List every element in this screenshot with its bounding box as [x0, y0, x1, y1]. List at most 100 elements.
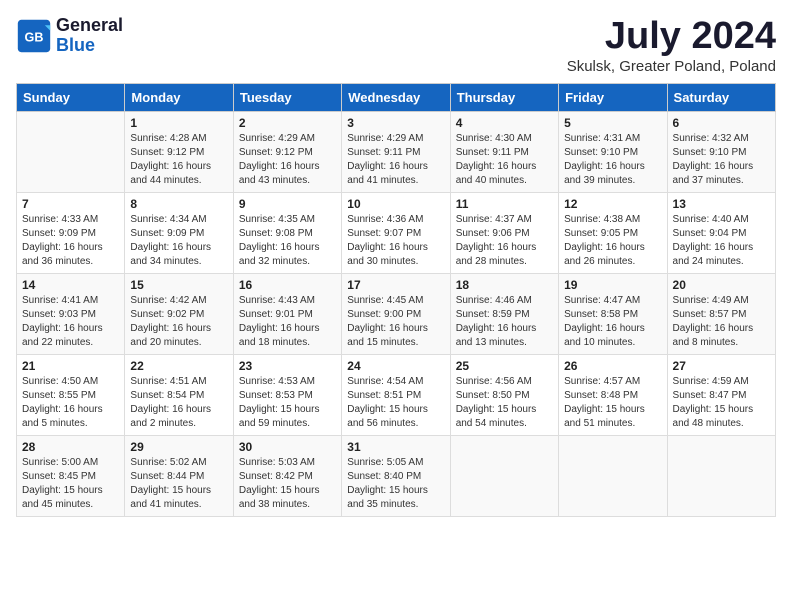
day-detail: Sunrise: 4:56 AM Sunset: 8:50 PM Dayligh… — [456, 375, 553, 431]
day-number: 22 — [130, 359, 227, 373]
day-number: 3 — [347, 116, 444, 130]
day-detail: Sunrise: 4:30 AM Sunset: 9:11 PM Dayligh… — [456, 132, 553, 188]
day-number: 13 — [673, 197, 770, 211]
day-number: 25 — [456, 359, 553, 373]
day-detail: Sunrise: 4:59 AM Sunset: 8:47 PM Dayligh… — [673, 375, 770, 431]
day-number: 8 — [130, 197, 227, 211]
day-number: 15 — [130, 278, 227, 292]
calendar-cell: 4 Sunrise: 4:30 AM Sunset: 9:11 PM Daylig… — [450, 111, 558, 192]
day-detail: Sunrise: 4:29 AM Sunset: 9:11 PM Dayligh… — [347, 132, 444, 188]
day-detail: Sunrise: 4:38 AM Sunset: 9:05 PM Dayligh… — [564, 213, 661, 269]
calendar-cell: 1Sunrise: 4:28 AM Sunset: 9:12 PM Daylig… — [125, 111, 233, 192]
calendar-cell: 23 Sunrise: 4:53 AM Sunset: 8:53 PM Dayli… — [233, 354, 341, 435]
calendar-cell — [559, 435, 667, 516]
calendar-week-1: 1Sunrise: 4:28 AM Sunset: 9:12 PM Daylig… — [17, 111, 776, 192]
calendar-week-5: 28Sunrise: 5:00 AM Sunset: 8:45 PM Dayli… — [17, 435, 776, 516]
calendar-cell: 12 Sunrise: 4:38 AM Sunset: 9:05 PM Dayli… — [559, 192, 667, 273]
calendar-cell: 11 Sunrise: 4:37 AM Sunset: 9:06 PM Dayli… — [450, 192, 558, 273]
day-number: 12 — [564, 197, 661, 211]
calendar-cell: 31Sunrise: 5:05 AM Sunset: 8:40 PM Dayli… — [342, 435, 450, 516]
logo-name: General Blue — [56, 16, 123, 56]
day-number: 10 — [347, 197, 444, 211]
calendar-cell: 20 Sunrise: 4:49 AM Sunset: 8:57 PM Dayli… — [667, 273, 775, 354]
calendar-cell — [667, 435, 775, 516]
day-detail: Sunrise: 5:03 AM Sunset: 8:42 PM Dayligh… — [239, 456, 336, 512]
day-detail: Sunrise: 4:33 AM Sunset: 9:09 PM Dayligh… — [22, 213, 119, 269]
calendar-cell: 22 Sunrise: 4:51 AM Sunset: 8:54 PM Dayli… — [125, 354, 233, 435]
calendar-cell: 26 Sunrise: 4:57 AM Sunset: 8:48 PM Dayli… — [559, 354, 667, 435]
day-number: 21 — [22, 359, 119, 373]
day-number: 24 — [347, 359, 444, 373]
day-number: 17 — [347, 278, 444, 292]
calendar-cell: 21 Sunrise: 4:50 AM Sunset: 8:55 PM Dayli… — [17, 354, 125, 435]
calendar-table: SundayMondayTuesdayWednesdayThursdayFrid… — [16, 83, 776, 517]
day-detail: Sunrise: 4:41 AM Sunset: 9:03 PM Dayligh… — [22, 294, 119, 350]
day-number: 5 — [564, 116, 661, 130]
calendar-cell: 10 Sunrise: 4:36 AM Sunset: 9:07 PM Dayli… — [342, 192, 450, 273]
day-number: 6 — [673, 116, 770, 130]
day-detail: Sunrise: 4:35 AM Sunset: 9:08 PM Dayligh… — [239, 213, 336, 269]
day-number: 19 — [564, 278, 661, 292]
day-number: 14 — [22, 278, 119, 292]
location: Skulsk, Greater Poland, Poland — [567, 58, 776, 75]
logo: GB General Blue — [16, 16, 123, 56]
day-detail: Sunrise: 4:54 AM Sunset: 8:51 PM Dayligh… — [347, 375, 444, 431]
calendar-header-wednesday: Wednesday — [342, 83, 450, 111]
day-detail: Sunrise: 4:43 AM Sunset: 9:01 PM Dayligh… — [239, 294, 336, 350]
day-number: 26 — [564, 359, 661, 373]
day-detail: Sunrise: 4:46 AM Sunset: 8:59 PM Dayligh… — [456, 294, 553, 350]
calendar-cell: 27 Sunrise: 4:59 AM Sunset: 8:47 PM Dayli… — [667, 354, 775, 435]
page-header: GB General Blue July 2024 Skulsk, Greate… — [16, 16, 776, 75]
calendar-cell: 24 Sunrise: 4:54 AM Sunset: 8:51 PM Dayli… — [342, 354, 450, 435]
day-number: 18 — [456, 278, 553, 292]
day-number: 9 — [239, 197, 336, 211]
day-detail: Sunrise: 4:53 AM Sunset: 8:53 PM Dayligh… — [239, 375, 336, 431]
calendar-cell — [17, 111, 125, 192]
day-number: 27 — [673, 359, 770, 373]
day-number: 20 — [673, 278, 770, 292]
calendar-cell: 6Sunrise: 4:32 AM Sunset: 9:10 PM Daylig… — [667, 111, 775, 192]
title-block: July 2024 Skulsk, Greater Poland, Poland — [567, 16, 776, 75]
day-detail: Sunrise: 4:51 AM Sunset: 8:54 PM Dayligh… — [130, 375, 227, 431]
day-detail: Sunrise: 4:42 AM Sunset: 9:02 PM Dayligh… — [130, 294, 227, 350]
day-number: 2 — [239, 116, 336, 130]
day-detail: Sunrise: 4:29 AM Sunset: 9:12 PM Dayligh… — [239, 132, 336, 188]
calendar-cell: 28Sunrise: 5:00 AM Sunset: 8:45 PM Dayli… — [17, 435, 125, 516]
day-detail: Sunrise: 4:34 AM Sunset: 9:09 PM Dayligh… — [130, 213, 227, 269]
calendar-cell: 29 Sunrise: 5:02 AM Sunset: 8:44 PM Dayli… — [125, 435, 233, 516]
calendar-cell: 2 Sunrise: 4:29 AM Sunset: 9:12 PM Daylig… — [233, 111, 341, 192]
calendar-cell: 13Sunrise: 4:40 AM Sunset: 9:04 PM Dayli… — [667, 192, 775, 273]
calendar-cell: 3 Sunrise: 4:29 AM Sunset: 9:11 PM Daylig… — [342, 111, 450, 192]
day-number: 29 — [130, 440, 227, 454]
calendar-cell: 25 Sunrise: 4:56 AM Sunset: 8:50 PM Dayli… — [450, 354, 558, 435]
day-number: 11 — [456, 197, 553, 211]
calendar-cell: 18 Sunrise: 4:46 AM Sunset: 8:59 PM Dayli… — [450, 273, 558, 354]
calendar-week-4: 21 Sunrise: 4:50 AM Sunset: 8:55 PM Dayli… — [17, 354, 776, 435]
calendar-week-3: 14 Sunrise: 4:41 AM Sunset: 9:03 PM Dayli… — [17, 273, 776, 354]
calendar-header-row: SundayMondayTuesdayWednesdayThursdayFrid… — [17, 83, 776, 111]
calendar-header-tuesday: Tuesday — [233, 83, 341, 111]
day-detail: Sunrise: 4:47 AM Sunset: 8:58 PM Dayligh… — [564, 294, 661, 350]
day-detail: Sunrise: 4:37 AM Sunset: 9:06 PM Dayligh… — [456, 213, 553, 269]
day-number: 4 — [456, 116, 553, 130]
day-detail: Sunrise: 4:45 AM Sunset: 9:00 PM Dayligh… — [347, 294, 444, 350]
day-detail: Sunrise: 4:57 AM Sunset: 8:48 PM Dayligh… — [564, 375, 661, 431]
day-detail: Sunrise: 4:49 AM Sunset: 8:57 PM Dayligh… — [673, 294, 770, 350]
calendar-cell: 14 Sunrise: 4:41 AM Sunset: 9:03 PM Dayli… — [17, 273, 125, 354]
calendar-cell: 9 Sunrise: 4:35 AM Sunset: 9:08 PM Daylig… — [233, 192, 341, 273]
month-title: July 2024 — [567, 16, 776, 58]
svg-text:GB: GB — [25, 30, 44, 44]
calendar-cell: 8 Sunrise: 4:34 AM Sunset: 9:09 PM Daylig… — [125, 192, 233, 273]
calendar-header-saturday: Saturday — [667, 83, 775, 111]
calendar-header-thursday: Thursday — [450, 83, 558, 111]
day-detail: Sunrise: 5:02 AM Sunset: 8:44 PM Dayligh… — [130, 456, 227, 512]
logo-icon: GB — [16, 18, 52, 54]
day-detail: Sunrise: 5:00 AM Sunset: 8:45 PM Dayligh… — [22, 456, 119, 512]
calendar-cell: 19 Sunrise: 4:47 AM Sunset: 8:58 PM Dayli… — [559, 273, 667, 354]
day-number: 23 — [239, 359, 336, 373]
day-detail: Sunrise: 4:50 AM Sunset: 8:55 PM Dayligh… — [22, 375, 119, 431]
day-detail: Sunrise: 4:36 AM Sunset: 9:07 PM Dayligh… — [347, 213, 444, 269]
calendar-header-sunday: Sunday — [17, 83, 125, 111]
day-number: 31 — [347, 440, 444, 454]
calendar-cell: 30Sunrise: 5:03 AM Sunset: 8:42 PM Dayli… — [233, 435, 341, 516]
